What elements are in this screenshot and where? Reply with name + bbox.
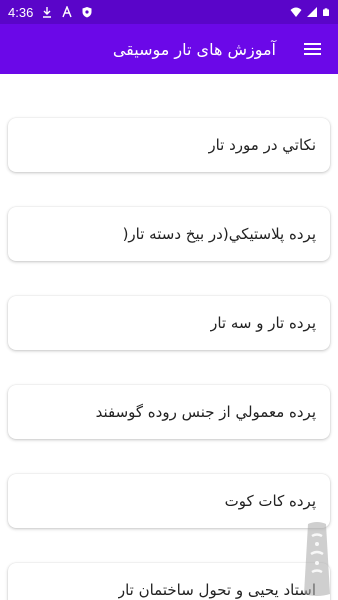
- list-item-label: پرده كات كوت: [224, 492, 316, 510]
- shield-icon: [82, 7, 92, 18]
- topic-list: نكاتي در مورد تار پرده پلاستيكي(در بيخ د…: [0, 74, 338, 600]
- list-item[interactable]: پرده تار و سه تار: [8, 296, 330, 350]
- list-item[interactable]: استاد يحيى و تحول ساختمان تار: [8, 563, 330, 600]
- list-item-label: نكاتي در مورد تار: [208, 136, 316, 154]
- status-right: [290, 6, 330, 18]
- list-item[interactable]: نكاتي در مورد تار: [8, 118, 330, 172]
- list-item[interactable]: پرده معمولي از جنس روده گوسفند: [8, 385, 330, 439]
- status-time: 4:36: [8, 4, 34, 20]
- app-title: آموزش های تار موسیقی: [112, 39, 276, 59]
- list-item-label: پرده معمولي از جنس روده گوسفند: [95, 403, 316, 421]
- wifi-icon: [290, 7, 302, 17]
- download-icon: [43, 7, 52, 18]
- battery-icon: [323, 8, 329, 16]
- a-icon: [62, 6, 72, 18]
- list-item-label: پرده پلاستيكي(در بيخ دسته تار(: [122, 225, 316, 243]
- hamburger-menu-icon[interactable]: [300, 37, 324, 61]
- status-bar: 4:36: [0, 0, 338, 24]
- list-item[interactable]: پرده كات كوت: [8, 474, 330, 528]
- status-left: 4:36: [8, 5, 93, 20]
- store-logo-watermark: [304, 522, 330, 596]
- list-item[interactable]: پرده پلاستيكي(در بيخ دسته تار(: [8, 207, 330, 261]
- signal-icon: [307, 7, 317, 17]
- app-bar: آموزش های تار موسیقی: [0, 24, 338, 74]
- list-item-label: پرده تار و سه تار: [210, 314, 316, 332]
- list-item-label: استاد يحيى و تحول ساختمان تار: [117, 581, 316, 599]
